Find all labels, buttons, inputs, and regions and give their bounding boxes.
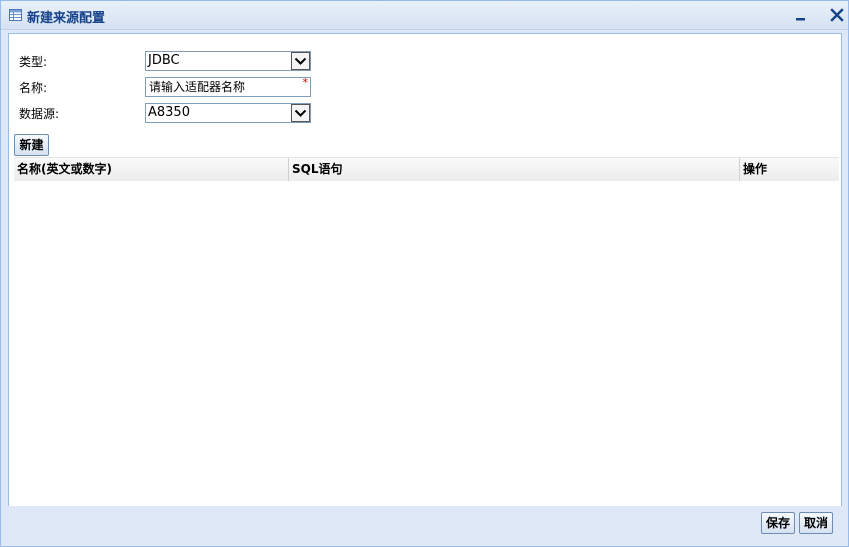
grid-header: 名称(英文或数字) SQL语句 操作 — [14, 157, 839, 182]
column-header-sql[interactable]: SQL语句 — [289, 158, 740, 181]
type-selected-value: JDBC — [148, 53, 180, 68]
dialog-footer: 保存 取消 — [1, 506, 848, 546]
datasource-select[interactable]: A8350 — [145, 103, 311, 123]
name-input[interactable] — [146, 78, 304, 96]
table-icon — [9, 9, 22, 21]
column-header-name[interactable]: 名称(英文或数字) — [14, 158, 289, 181]
type-select[interactable]: JDBC — [145, 51, 311, 71]
save-button[interactable]: 保存 — [761, 512, 795, 534]
type-label: 类型: — [19, 55, 48, 69]
name-label: 名称: — [19, 81, 48, 95]
chevron-down-icon[interactable] — [291, 104, 310, 122]
grid-body[interactable] — [14, 181, 839, 501]
cancel-button[interactable]: 取消 — [799, 512, 833, 534]
chevron-down-icon[interactable] — [291, 52, 310, 70]
new-button[interactable]: 新建 — [14, 134, 49, 156]
dialog-titlebar[interactable]: 新建来源配置 — [1, 1, 848, 30]
dialog-body: 类型: JDBC 名称: * 数据源: A8350 — [8, 33, 842, 507]
dialog-title: 新建来源配置 — [27, 11, 106, 26]
column-header-actions[interactable]: 操作 — [740, 158, 839, 181]
datasource-label: 数据源: — [19, 107, 60, 121]
config-dialog: 新建来源配置 类型: JDBC 名称: 请输入适配器名称 * 数据源: A835… — [0, 0, 849, 547]
minimize-icon[interactable] — [793, 7, 809, 23]
name-field[interactable]: * — [145, 76, 311, 97]
datasource-selected-value: A8350 — [148, 105, 190, 120]
required-mark: * — [302, 76, 309, 89]
close-icon[interactable] — [829, 7, 845, 23]
